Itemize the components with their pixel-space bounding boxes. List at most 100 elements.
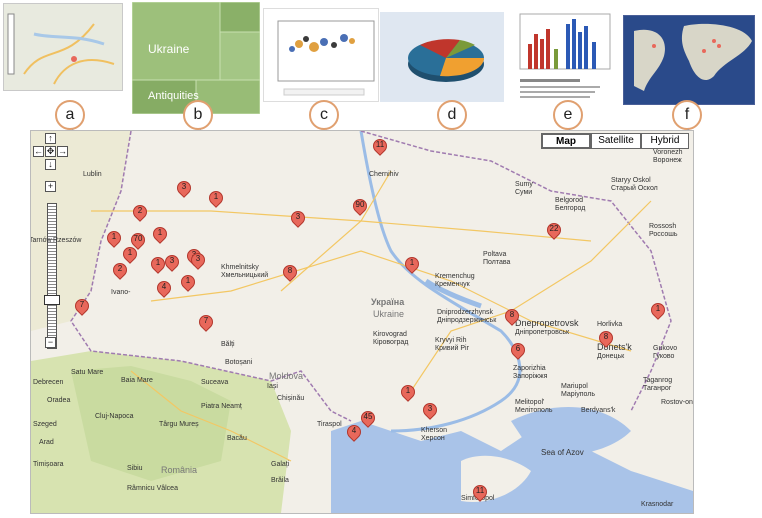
- map-marker[interactable]: 11: [370, 136, 390, 157]
- map-type-map-button[interactable]: Map: [541, 133, 591, 149]
- callout-a: a: [55, 100, 85, 130]
- city-label: Berdyans'k: [581, 407, 616, 414]
- treemap-title: Ukraine: [148, 42, 190, 56]
- city-label: Запоріжжя: [513, 373, 548, 380]
- city-label: Timișoara: [33, 461, 64, 468]
- map-marker[interactable]: 3: [174, 178, 194, 199]
- city-label: Tiraspol: [317, 421, 342, 428]
- city-label: Gukovo: [653, 345, 678, 352]
- map-marker[interactable]: 1: [148, 254, 168, 275]
- map-marker[interactable]: 1: [104, 228, 124, 249]
- map-marker[interactable]: 8: [280, 262, 300, 283]
- pan-down-button[interactable]: ↓: [45, 159, 56, 170]
- callout-e: e: [553, 100, 583, 130]
- map-marker[interactable]: 1: [150, 224, 170, 245]
- city-label: Кіровоград: [373, 339, 409, 346]
- city-label: Melitopol': [515, 399, 545, 406]
- city-label: Bacău: [227, 435, 247, 442]
- city-label: Rossosh: [649, 223, 677, 230]
- city-label: Chernihiv: [369, 171, 399, 178]
- callout-f: f: [672, 100, 702, 130]
- city-label: Кременчук: [435, 281, 470, 288]
- map-marker[interactable]: 7: [72, 296, 92, 317]
- country-label-ukraine: Україна: [371, 297, 405, 307]
- city-label: Dnepropetrovsk: [515, 318, 579, 328]
- map-marker[interactable]: 1: [402, 254, 422, 275]
- city-label: Piatra Neamț: [201, 403, 242, 410]
- map-marker[interactable]: 1: [648, 300, 668, 321]
- thumbnail-bar-chart[interactable]: [510, 4, 620, 114]
- callout-b: b: [183, 100, 213, 130]
- zoom-out-button[interactable]: −: [45, 337, 56, 348]
- city-label: Ivano-: [111, 289, 131, 296]
- map-type-hybrid-button[interactable]: Hybrid: [641, 133, 689, 149]
- sea-label: Sea of Azov: [541, 448, 584, 457]
- city-label: Satu Mare: [71, 369, 104, 376]
- city-label: Chișinău: [277, 395, 305, 402]
- map-marker[interactable]: 6: [508, 340, 528, 361]
- city-label: Horlivka: [597, 321, 623, 328]
- map-marker[interactable]: 3: [162, 252, 182, 273]
- map-marker[interactable]: 22: [544, 220, 564, 241]
- map-marker[interactable]: 3: [288, 208, 308, 229]
- city-label: Oradea: [47, 397, 71, 404]
- pan-up-button[interactable]: ↑: [45, 133, 56, 144]
- map-marker[interactable]: 2: [130, 202, 150, 223]
- map-marker[interactable]: 4: [154, 278, 174, 299]
- map-marker[interactable]: 8: [502, 306, 522, 327]
- thumbnail-bubble-chart[interactable]: [263, 8, 379, 102]
- pan-center-button[interactable]: ✥: [45, 146, 56, 157]
- zoom-in-button[interactable]: +: [45, 181, 56, 192]
- map-marker[interactable]: 11: [470, 482, 490, 503]
- map-view[interactable]: ↑ ← ✥ → ↓ + − Map Satellite Hybrid Украї…: [30, 130, 694, 514]
- city-label: Kremenchug: [435, 273, 475, 280]
- city-label: Маріуполь: [561, 391, 596, 398]
- map-marker[interactable]: 90: [350, 196, 370, 217]
- city-label: Belgorod: [555, 197, 584, 204]
- city-label: Botoșani: [225, 359, 253, 366]
- map-type-satellite-button[interactable]: Satellite: [591, 133, 641, 149]
- city-label: Полтава: [483, 259, 511, 266]
- map-marker[interactable]: 2: [110, 260, 130, 281]
- city-label: Мелітополь: [515, 407, 553, 414]
- country-label-romania: România: [161, 465, 198, 475]
- city-label: Lublin: [83, 171, 102, 178]
- pie-chart-graphic: [408, 39, 485, 82]
- city-label: Bălți: [221, 341, 235, 348]
- map-marker[interactable]: 3: [420, 400, 440, 421]
- city-label: Таганрог: [643, 385, 672, 392]
- city-label: Khmelnitsky: [221, 264, 259, 271]
- city-label: Szeged: [33, 421, 57, 428]
- thumbnail-map-detail[interactable]: [3, 3, 123, 91]
- city-label: Rostov-on-Don: [661, 399, 693, 406]
- pan-left-button[interactable]: ←: [33, 146, 44, 157]
- callout-c: c: [309, 100, 339, 130]
- thumbnail-pie-chart[interactable]: [380, 12, 504, 102]
- city-label: Дніпропетровськ: [515, 329, 570, 336]
- bubble-chart-graphic: [277, 20, 375, 96]
- city-label: Zaporizhia: [513, 365, 546, 372]
- city-label: Tarnów: [30, 237, 52, 244]
- map-marker[interactable]: 1: [206, 188, 226, 209]
- thumbnail-world-map[interactable]: [623, 15, 755, 105]
- country-label-moldova: Moldova: [269, 371, 304, 381]
- treemap-subtitle: Antiquities: [148, 90, 199, 102]
- city-label: Krasnodar: [641, 501, 674, 508]
- city-label: Cluj-Napoca: [95, 413, 134, 420]
- city-label: Poltava: [483, 251, 507, 258]
- city-label: Mariupol: [561, 383, 588, 390]
- world-map-graphic: [624, 16, 754, 104]
- zoom-slider-track[interactable]: [47, 203, 57, 349]
- map-marker[interactable]: 45: [358, 408, 378, 429]
- thumbnail-treemap[interactable]: Ukraine Antiquities: [132, 2, 260, 114]
- callout-d: d: [437, 100, 467, 130]
- country-label-ukraine-en: Ukraine: [373, 309, 405, 319]
- zoom-slider-thumb[interactable]: [44, 295, 60, 305]
- map-marker[interactable]: 1: [398, 382, 418, 403]
- map-marker[interactable]: 8: [596, 328, 616, 349]
- map-marker[interactable]: 7: [196, 312, 216, 333]
- map-marker[interactable]: 3: [188, 250, 208, 271]
- map-marker[interactable]: 4: [344, 422, 364, 443]
- pan-right-button[interactable]: →: [57, 146, 68, 157]
- map-marker[interactable]: 1: [178, 272, 198, 293]
